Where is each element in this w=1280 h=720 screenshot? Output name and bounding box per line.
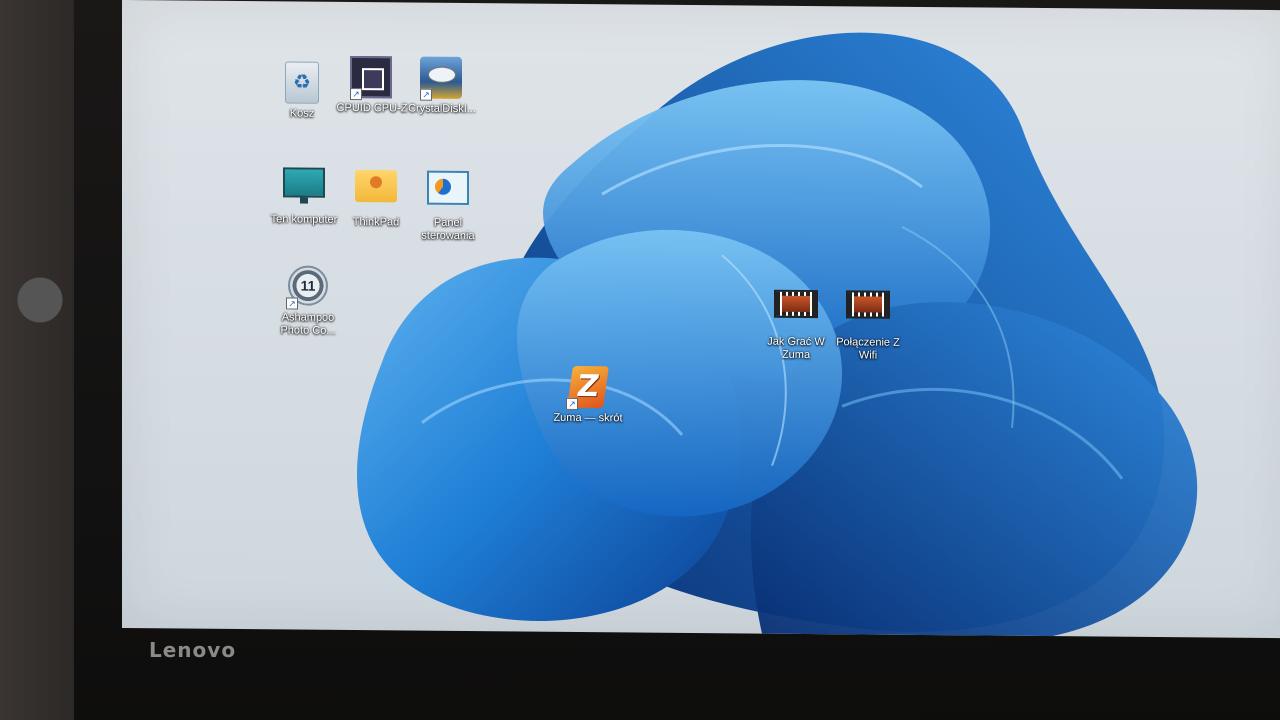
shortcut-arrow-icon: ↗ xyxy=(350,87,362,101)
desktop-icon-control-panel[interactable]: Panel sterowania xyxy=(410,167,486,244)
icon-label: CPUID CPU-Z xyxy=(336,101,408,115)
lenovo-logo: Lenovo xyxy=(149,638,237,662)
video-file-icon xyxy=(846,290,890,319)
icon-label: Kosz xyxy=(289,107,315,120)
icon-label: Panel sterowania xyxy=(421,216,475,243)
desktop-icon-cpuid[interactable]: ↗ CPUID CPU-Z xyxy=(334,55,410,116)
desktop-icon-crystaldisk[interactable]: ↗ CrystalDiskI... xyxy=(404,56,480,116)
icon-label: Jak Grać W Zuma xyxy=(767,335,825,362)
desktop-icon-thinkpad[interactable]: ThinkPad xyxy=(338,164,414,230)
icon-label: Zuma — skrót xyxy=(553,411,623,425)
desktop-icon-recycle-bin[interactable]: ♻ Kosz xyxy=(264,59,340,121)
shortcut-arrow-icon: ↗ xyxy=(420,88,432,101)
user-folder-icon xyxy=(355,170,397,203)
icon-label: Połączenie Z Wifi xyxy=(836,336,900,362)
shortcut-arrow-icon: ↗ xyxy=(566,397,578,410)
photo-scene: ♻ Kosz ↗ CPUID CPU-Z ↗ CrystalDiskI... T… xyxy=(0,0,1280,720)
recycle-bin-icon: ♻ xyxy=(285,61,319,104)
control-panel-icon xyxy=(427,170,469,206)
desktop-icon-zuma[interactable]: Z ↗ Zuma — skrót xyxy=(550,365,626,426)
video-file-icon xyxy=(774,289,818,319)
icon-label: Ashampoo Photo Co... xyxy=(280,311,336,337)
desktop-icon-ashampoo[interactable]: 11 ↗ Ashampoo Photo Co... xyxy=(270,263,346,338)
desktop-icon-this-pc[interactable]: Ten komputer xyxy=(266,163,342,227)
desktop-icon-video-wifi[interactable]: Połączenie Z Wifi xyxy=(830,282,906,363)
desktop-icon-video-zuma[interactable]: Jak Grać W Zuma xyxy=(758,282,834,363)
icon-label: CrystalDiskI... xyxy=(408,102,476,116)
desktop-screen: ♻ Kosz ↗ CPUID CPU-Z ↗ CrystalDiskI... T… xyxy=(122,0,1280,639)
icon-label: Ten komputer xyxy=(270,213,338,226)
shortcut-arrow-icon: ↗ xyxy=(286,297,298,310)
monitor-icon xyxy=(283,167,325,198)
icon-label: ThinkPad xyxy=(352,216,400,229)
